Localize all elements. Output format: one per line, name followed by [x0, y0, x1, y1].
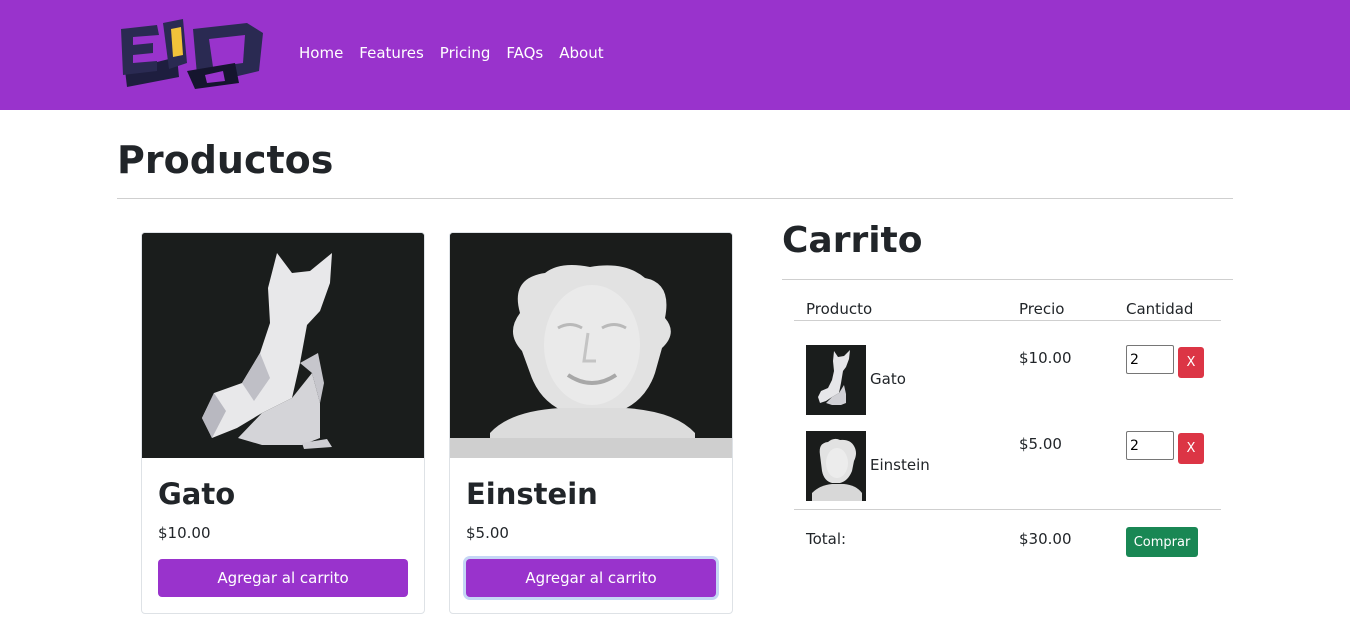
title-divider	[117, 198, 1233, 199]
product-image-einstein	[450, 233, 732, 458]
cart-item-name: Gato	[870, 370, 906, 388]
brand-logo[interactable]	[117, 15, 267, 93]
cart-divider	[782, 279, 1233, 280]
cart-item-price: $10.00	[1019, 349, 1072, 367]
nav-faqs[interactable]: FAQs	[506, 44, 543, 62]
cart-item-price: $5.00	[1019, 435, 1062, 453]
cart-total-value: $30.00	[1019, 530, 1072, 548]
cart-title: Carrito	[782, 220, 923, 261]
product-title-gato: Gato	[158, 477, 236, 511]
main-nav: Home Features Pricing FAQs About	[299, 44, 620, 62]
cart-header-price: Precio	[1019, 300, 1065, 318]
cart-header-quantity: Cantidad	[1126, 300, 1194, 318]
navbar: Home Features Pricing FAQs About	[0, 0, 1350, 110]
add-to-cart-button-einstein[interactable]: Agregar al carrito	[466, 559, 716, 597]
buy-button[interactable]: Comprar	[1126, 527, 1198, 557]
cart-header-product: Producto	[806, 300, 873, 318]
page-title: Productos	[117, 138, 334, 182]
cart-header-divider	[794, 320, 1221, 321]
product-card-gato: Gato $10.00 Agregar al carrito	[141, 232, 425, 614]
nav-about[interactable]: About	[559, 44, 603, 62]
product-title-einstein: Einstein	[466, 477, 598, 511]
nav-features[interactable]: Features	[359, 44, 424, 62]
add-to-cart-button-gato[interactable]: Agregar al carrito	[158, 559, 408, 597]
remove-item-button-gato[interactable]: X	[1178, 347, 1204, 378]
cart-footer-divider	[794, 509, 1221, 510]
quantity-input-gato[interactable]	[1126, 345, 1174, 374]
cart-total-label: Total:	[806, 530, 847, 548]
nav-pricing[interactable]: Pricing	[440, 44, 491, 62]
remove-item-button-einstein[interactable]: X	[1178, 433, 1204, 464]
product-image-gato	[142, 233, 424, 458]
product-price-gato: $10.00	[158, 524, 211, 542]
cart-thumb-einstein	[806, 431, 866, 501]
cart-thumb-gato	[806, 345, 866, 415]
cart-item-name: Einstein	[870, 456, 930, 474]
nav-home[interactable]: Home	[299, 44, 343, 62]
product-card-einstein: Einstein $5.00 Agregar al carrito	[449, 232, 733, 614]
product-price-einstein: $5.00	[466, 524, 509, 542]
quantity-input-einstein[interactable]	[1126, 431, 1174, 460]
